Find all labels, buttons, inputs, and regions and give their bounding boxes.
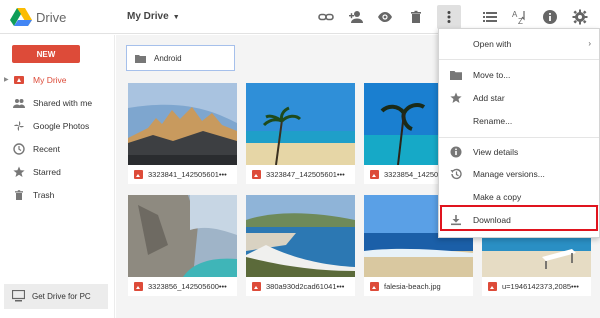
menu-item-label: Make a copy — [473, 192, 522, 202]
menu-item-add-star[interactable]: Add star — [439, 88, 599, 108]
file-name: 380a930d2cad61041••• — [266, 282, 345, 291]
menu-item-manage-versions[interactable]: Manage versions... — [439, 164, 599, 184]
app-title: Drive — [36, 10, 67, 25]
info-icon — [450, 146, 462, 158]
menu-item-label: Rename... — [473, 116, 513, 126]
svg-text:Z: Z — [518, 17, 523, 25]
trash-icon — [12, 188, 25, 201]
menu-divider — [439, 137, 599, 138]
location-dropdown[interactable]: My Drive ▼ — [127, 11, 180, 22]
sidebar-item-label: My Drive — [33, 74, 67, 85]
preview-eye-icon[interactable] — [377, 9, 393, 25]
list-view-icon[interactable] — [482, 9, 498, 25]
sidebar-item-my-drive[interactable]: ▶ My Drive — [0, 68, 114, 91]
menu-item-rename[interactable]: Rename... — [439, 111, 599, 131]
folder-label: Android — [154, 53, 182, 63]
clock-icon — [12, 142, 25, 155]
file-caption: falesia-beach.jpg — [364, 277, 473, 296]
menu-item-label: Add star — [473, 93, 505, 103]
beach-palm-photo-thumbnail — [246, 83, 355, 165]
new-button[interactable]: NEW — [12, 45, 80, 63]
file-caption: 3323847_142505601••• — [246, 165, 355, 184]
menu-item-label: View details — [473, 147, 519, 157]
menu-item-view-details[interactable]: View details — [439, 142, 599, 162]
file-name: falesia-beach.jpg — [384, 282, 441, 291]
folder-icon — [135, 55, 146, 63]
image-file-icon — [134, 282, 143, 291]
file-tile[interactable]: 3323841_142505601••• — [128, 83, 237, 184]
drive-logo-icon — [10, 8, 32, 26]
menu-item-move-to[interactable]: Move to... — [439, 65, 599, 85]
file-caption: 3323841_142505601••• — [128, 165, 237, 184]
menu-item-open-with[interactable]: Open with › — [439, 34, 599, 54]
sidebar-item-label: Recent — [33, 143, 60, 154]
settings-gear-icon[interactable] — [572, 9, 588, 25]
share-person-icon[interactable] — [348, 9, 364, 25]
image-file-icon — [252, 282, 261, 291]
file-name: 3323847_142505601••• — [266, 170, 345, 179]
star-icon — [12, 165, 25, 178]
expand-arrow-icon[interactable]: ▶ — [4, 76, 9, 83]
menu-item-make-copy[interactable]: Make a copy — [439, 187, 599, 207]
sidebar-item-label: Trash — [33, 189, 55, 200]
submenu-arrow-icon: › — [588, 39, 591, 48]
sidebar: NEW ▶ My Drive Shared with me Google Pho… — [0, 35, 115, 318]
more-vert-icon[interactable] — [437, 5, 461, 29]
file-caption: 3323856_142505600••• — [128, 277, 237, 296]
caret-down-icon: ▼ — [172, 14, 180, 21]
sidebar-item-label: Google Photos — [33, 120, 90, 131]
image-file-icon — [134, 170, 143, 179]
mountain-photo-thumbnail — [128, 83, 237, 165]
menu-divider — [439, 59, 599, 60]
download-highlight-box — [440, 205, 598, 231]
image-file-icon — [488, 282, 497, 291]
menu-item-label: Move to... — [473, 70, 511, 80]
file-name: u=1946142373,2085••• — [502, 282, 579, 291]
file-tile[interactable]: 3323856_142505600••• — [128, 195, 237, 296]
location-label: My Drive — [127, 11, 169, 22]
link-icon[interactable] — [318, 9, 334, 25]
sidebar-item-recent[interactable]: Recent — [0, 137, 114, 160]
get-drive-label: Get Drive for PC — [32, 292, 91, 301]
file-caption: 380a930d2cad61041••• — [246, 277, 355, 296]
file-tile[interactable]: 3323847_142505601••• — [246, 83, 355, 184]
file-caption: u=1946142373,2085••• — [482, 277, 591, 296]
get-drive-for-pc-button[interactable]: Get Drive for PC — [4, 284, 108, 309]
menu-item-label: Open with — [473, 39, 512, 49]
file-tile[interactable]: 380a930d2cad61041••• — [246, 195, 355, 296]
sidebar-item-shared[interactable]: Shared with me — [0, 91, 114, 114]
sidebar-item-trash[interactable]: Trash — [0, 183, 114, 206]
image-file-icon — [370, 282, 379, 291]
trash-icon[interactable] — [408, 9, 424, 25]
image-file-icon — [370, 170, 379, 179]
sidebar-item-starred[interactable]: Starred — [0, 160, 114, 183]
sidebar-item-label: Shared with me — [33, 97, 93, 108]
people-icon — [12, 96, 25, 109]
sidebar-item-photos[interactable]: Google Photos — [0, 114, 114, 137]
info-icon[interactable] — [542, 9, 558, 25]
file-name: 3323856_142505600••• — [148, 282, 227, 291]
coastal-cliff-photo-thumbnail — [128, 195, 237, 277]
pinwheel-icon — [12, 119, 25, 132]
image-file-icon — [252, 170, 261, 179]
sidebar-nav: ▶ My Drive Shared with me Google Photos … — [0, 68, 114, 206]
folder-icon — [450, 69, 462, 81]
sidebar-item-label: Starred — [33, 166, 61, 177]
menu-item-label: Manage versions... — [473, 169, 545, 179]
seaside-town-photo-thumbnail — [246, 195, 355, 277]
computer-icon — [12, 290, 25, 302]
history-icon — [450, 168, 462, 180]
file-name: 3323841_142505601••• — [148, 170, 227, 179]
folder-android[interactable]: Android — [126, 45, 235, 71]
star-icon — [450, 92, 462, 104]
drive-icon — [12, 73, 25, 86]
sort-az-icon[interactable]: AZ — [511, 9, 527, 25]
